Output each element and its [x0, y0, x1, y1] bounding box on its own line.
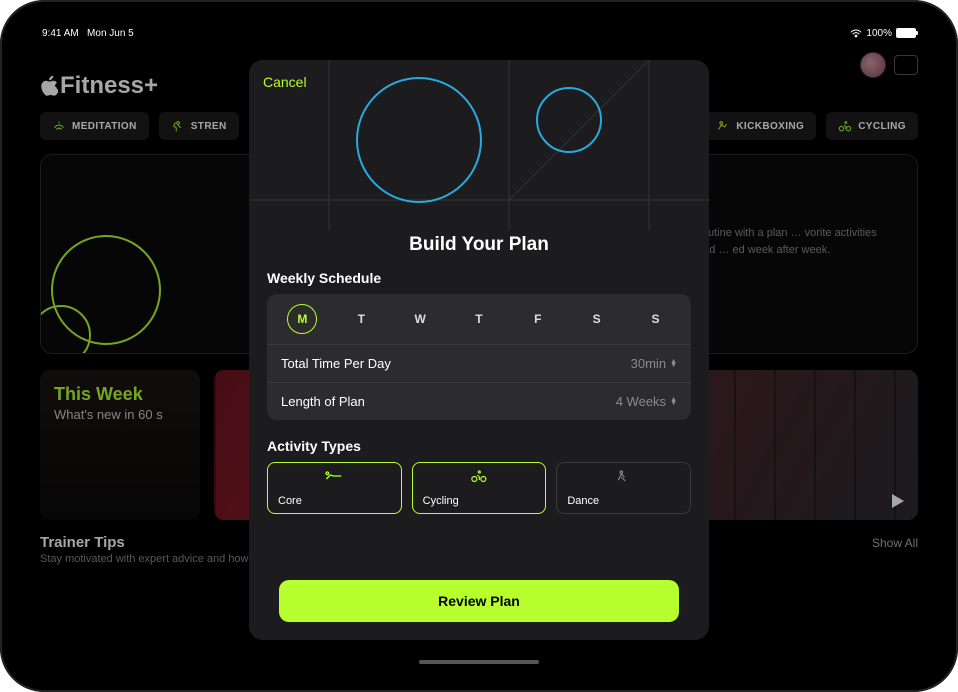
- activity-dance[interactable]: Dance: [556, 462, 691, 514]
- day-monday[interactable]: M: [287, 304, 317, 334]
- setting-length-plan[interactable]: Length of Plan 4 Weeks ▲▼: [267, 382, 691, 420]
- status-left: 9:41 AM Mon Jun 5: [42, 28, 134, 39]
- day-tuesday[interactable]: T: [346, 304, 376, 334]
- build-plan-modal: Cancel Build Your Plan Weekly S: [249, 60, 709, 640]
- setting-value: 30min ▲▼: [631, 356, 677, 371]
- status-time: 9:41 AM: [42, 28, 79, 39]
- setting-label: Length of Plan: [281, 394, 365, 409]
- cycling-activity-icon: [423, 469, 536, 483]
- modal-title-block: Build Your Plan: [249, 234, 709, 256]
- day-sunday[interactable]: S: [640, 304, 670, 334]
- ipad-device-frame: 9:41 AM Mon Jun 5 100% Fitness+: [0, 0, 958, 692]
- modal-backdrop: Cancel Build Your Plan Weekly S: [22, 44, 936, 670]
- stepper-icon: ▲▼: [670, 360, 677, 368]
- home-indicator[interactable]: [419, 660, 539, 664]
- setting-total-time[interactable]: Total Time Per Day 30min ▲▼: [267, 345, 691, 382]
- dance-icon: [567, 469, 680, 483]
- activity-core[interactable]: Core: [267, 462, 402, 514]
- activity-types-label: Activity Types: [267, 438, 691, 454]
- day-friday[interactable]: F: [523, 304, 553, 334]
- activity-row: Core Cycling Dance: [267, 462, 691, 514]
- status-bar: 9:41 AM Mon Jun 5 100%: [22, 22, 936, 44]
- screen: 9:41 AM Mon Jun 5 100% Fitness+: [22, 22, 936, 670]
- weekly-schedule-label: Weekly Schedule: [267, 270, 691, 286]
- schedule-box: M T W T F S S Total Time Per Day 30min: [267, 294, 691, 420]
- modal-title: Build Your Plan: [249, 234, 709, 256]
- status-date: Mon Jun 5: [87, 28, 134, 39]
- cancel-button[interactable]: Cancel: [263, 74, 307, 90]
- battery-icon: [896, 28, 916, 38]
- modal-header-art: Cancel: [249, 60, 709, 230]
- modal-footer: Review Plan: [249, 566, 709, 640]
- days-row: M T W T F S S: [267, 294, 691, 345]
- day-wednesday[interactable]: W: [405, 304, 435, 334]
- stepper-icon: ▲▼: [670, 398, 677, 406]
- header-artwork: [249, 60, 709, 230]
- activity-cycling[interactable]: Cycling: [412, 462, 547, 514]
- battery-percent: 100%: [866, 28, 892, 39]
- activity-label: Dance: [567, 495, 680, 507]
- day-thursday[interactable]: T: [464, 304, 494, 334]
- activity-label: Cycling: [423, 495, 536, 507]
- core-icon: [278, 469, 391, 483]
- review-plan-button[interactable]: Review Plan: [279, 580, 679, 622]
- setting-value: 4 Weeks ▲▼: [616, 394, 677, 409]
- status-right: 100%: [850, 28, 916, 39]
- activity-label: Core: [278, 495, 391, 507]
- day-saturday[interactable]: S: [582, 304, 612, 334]
- wifi-icon: [850, 29, 862, 38]
- setting-label: Total Time Per Day: [281, 356, 391, 371]
- modal-body: Weekly Schedule M T W T F S S Total Ti: [249, 256, 709, 566]
